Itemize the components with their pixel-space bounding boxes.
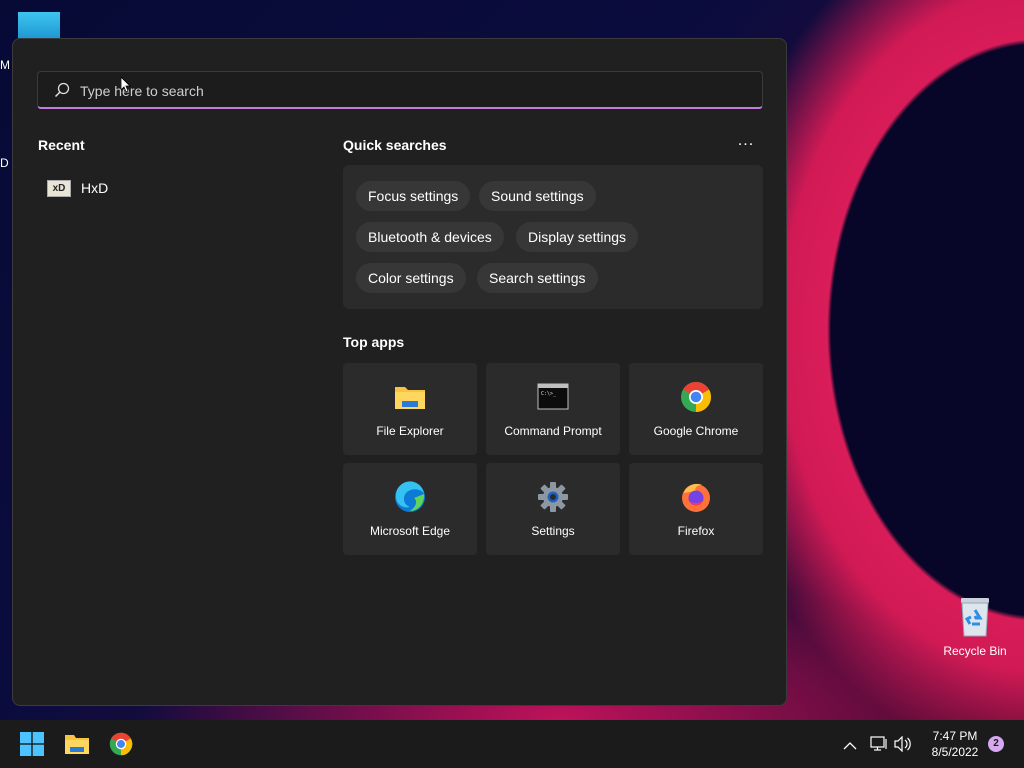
recycle-bin[interactable]: Recycle Bin	[940, 596, 1010, 658]
quick-search-focus-settings[interactable]: Focus settings	[356, 181, 471, 211]
app-tile-settings[interactable]: Settings	[486, 463, 620, 555]
windows-logo-icon	[20, 732, 44, 761]
quick-searches-title: Quick searches	[343, 137, 447, 153]
app-tile-google-chrome[interactable]: Google Chrome	[629, 363, 763, 455]
search-input[interactable]	[78, 78, 742, 104]
app-tile-label: Settings	[531, 524, 575, 538]
taskbar: 7:47 PM 8/5/2022	[0, 720, 1024, 768]
quick-search-search-settings[interactable]: Search settings	[477, 263, 598, 293]
desktop-icon-label-fragment: D	[0, 156, 9, 170]
chrome-icon	[680, 381, 712, 413]
top-apps-title: Top apps	[343, 334, 405, 350]
quick-search-display-settings[interactable]: Display settings	[516, 222, 639, 252]
folder-icon	[64, 732, 90, 761]
more-options-button[interactable]: ...	[737, 133, 755, 149]
app-tile-label: Firefox	[677, 524, 715, 538]
recent-title: Recent	[38, 137, 85, 153]
recycle-bin-label: Recycle Bin	[943, 644, 1007, 658]
chrome-icon	[109, 732, 133, 761]
recycle-bin-icon	[957, 596, 993, 638]
gear-icon	[537, 481, 569, 513]
clock-time[interactable]: 7:47 PM	[918, 729, 992, 743]
quick-searches-box: Focus settings Sound settings Bluetooth …	[343, 165, 763, 309]
taskbar-file-explorer[interactable]	[60, 728, 94, 760]
quick-search-bluetooth-devices[interactable]: Bluetooth & devices	[356, 222, 504, 252]
desktop-icon-label-fragment: M	[0, 58, 10, 72]
notification-badge[interactable]: 2	[988, 736, 1004, 752]
network-icon[interactable]	[870, 736, 888, 757]
search-box[interactable]	[37, 71, 763, 109]
terminal-icon: C:\>_	[537, 381, 569, 413]
mouse-cursor-icon	[120, 76, 131, 93]
firefox-icon	[680, 481, 712, 513]
app-tile-label: File Explorer	[376, 424, 444, 438]
volume-icon[interactable]	[894, 735, 912, 757]
recent-item-label: HxD	[81, 180, 109, 196]
app-tile-label: Google Chrome	[653, 424, 739, 438]
start-button[interactable]	[15, 728, 49, 760]
app-tile-label: Command Prompt	[504, 424, 602, 438]
app-tile-firefox[interactable]: Firefox	[629, 463, 763, 555]
quick-search-color-settings[interactable]: Color settings	[356, 263, 466, 293]
folder-icon	[394, 381, 426, 413]
svg-text:C:\>_: C:\>_	[541, 391, 557, 397]
edge-icon	[394, 481, 426, 513]
app-tile-label: Microsoft Edge	[369, 524, 451, 538]
app-tile-file-explorer[interactable]: File Explorer	[343, 363, 477, 455]
taskbar-google-chrome[interactable]	[104, 728, 138, 760]
hxd-icon: xD	[47, 179, 71, 197]
app-tile-microsoft-edge[interactable]: Microsoft Edge	[343, 463, 477, 555]
search-icon	[54, 82, 70, 98]
clock-date[interactable]: 8/5/2022	[918, 745, 992, 759]
recent-item-hxd[interactable]: xD HxD	[47, 175, 247, 201]
app-tile-command-prompt[interactable]: C:\>_ Command Prompt	[486, 363, 620, 455]
start-search-panel: Recent xD HxD Quick searches ... Focus s…	[12, 38, 787, 706]
chevron-up-icon[interactable]	[843, 738, 857, 756]
quick-search-sound-settings[interactable]: Sound settings	[479, 181, 596, 211]
